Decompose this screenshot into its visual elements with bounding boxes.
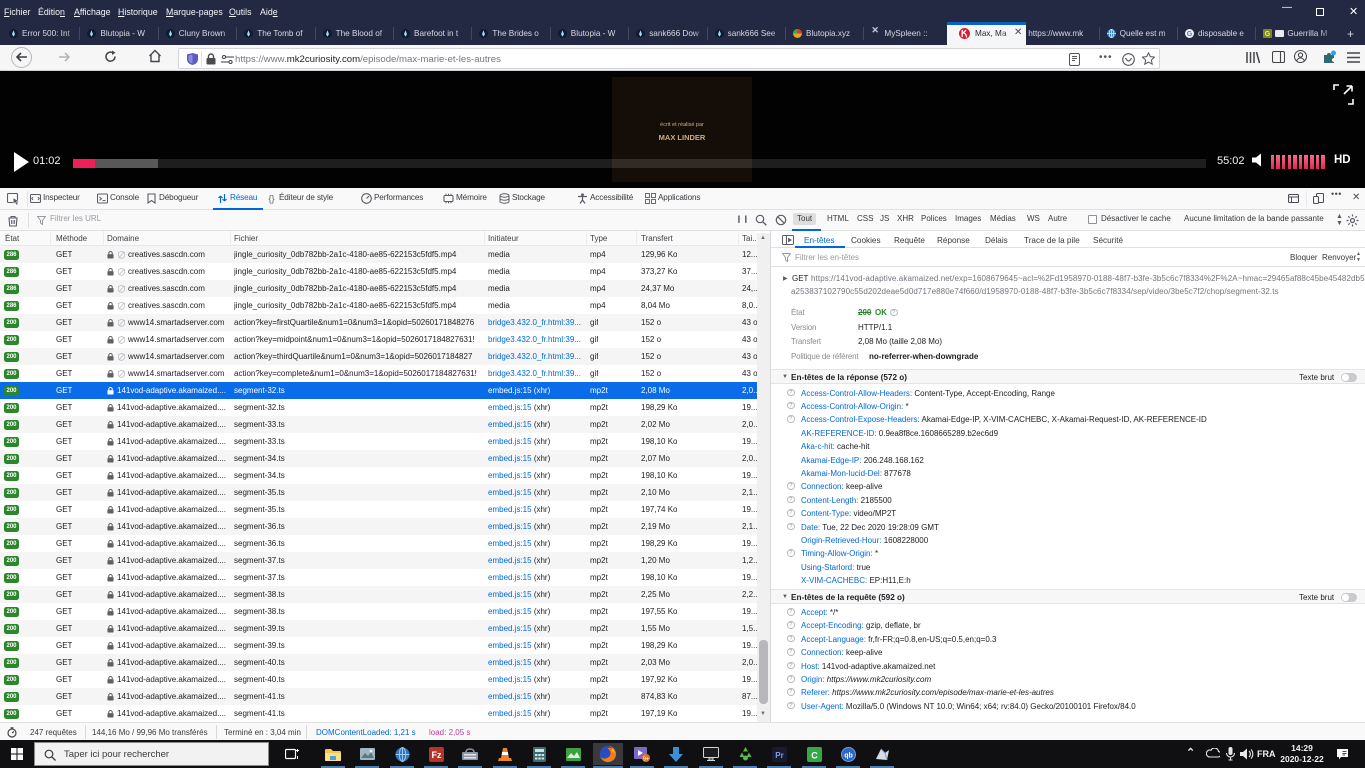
svg-text:G: G bbox=[1265, 31, 1271, 38]
svg-text:qb: qb bbox=[844, 752, 853, 759]
svg-text:{}: {} bbox=[268, 194, 274, 204]
svg-text:Pr: Pr bbox=[775, 751, 783, 760]
svg-text:9+: 9+ bbox=[643, 757, 649, 763]
svg-text:C: C bbox=[811, 750, 818, 760]
svg-text:G: G bbox=[1187, 31, 1193, 38]
svg-text:Fz: Fz bbox=[431, 750, 441, 760]
